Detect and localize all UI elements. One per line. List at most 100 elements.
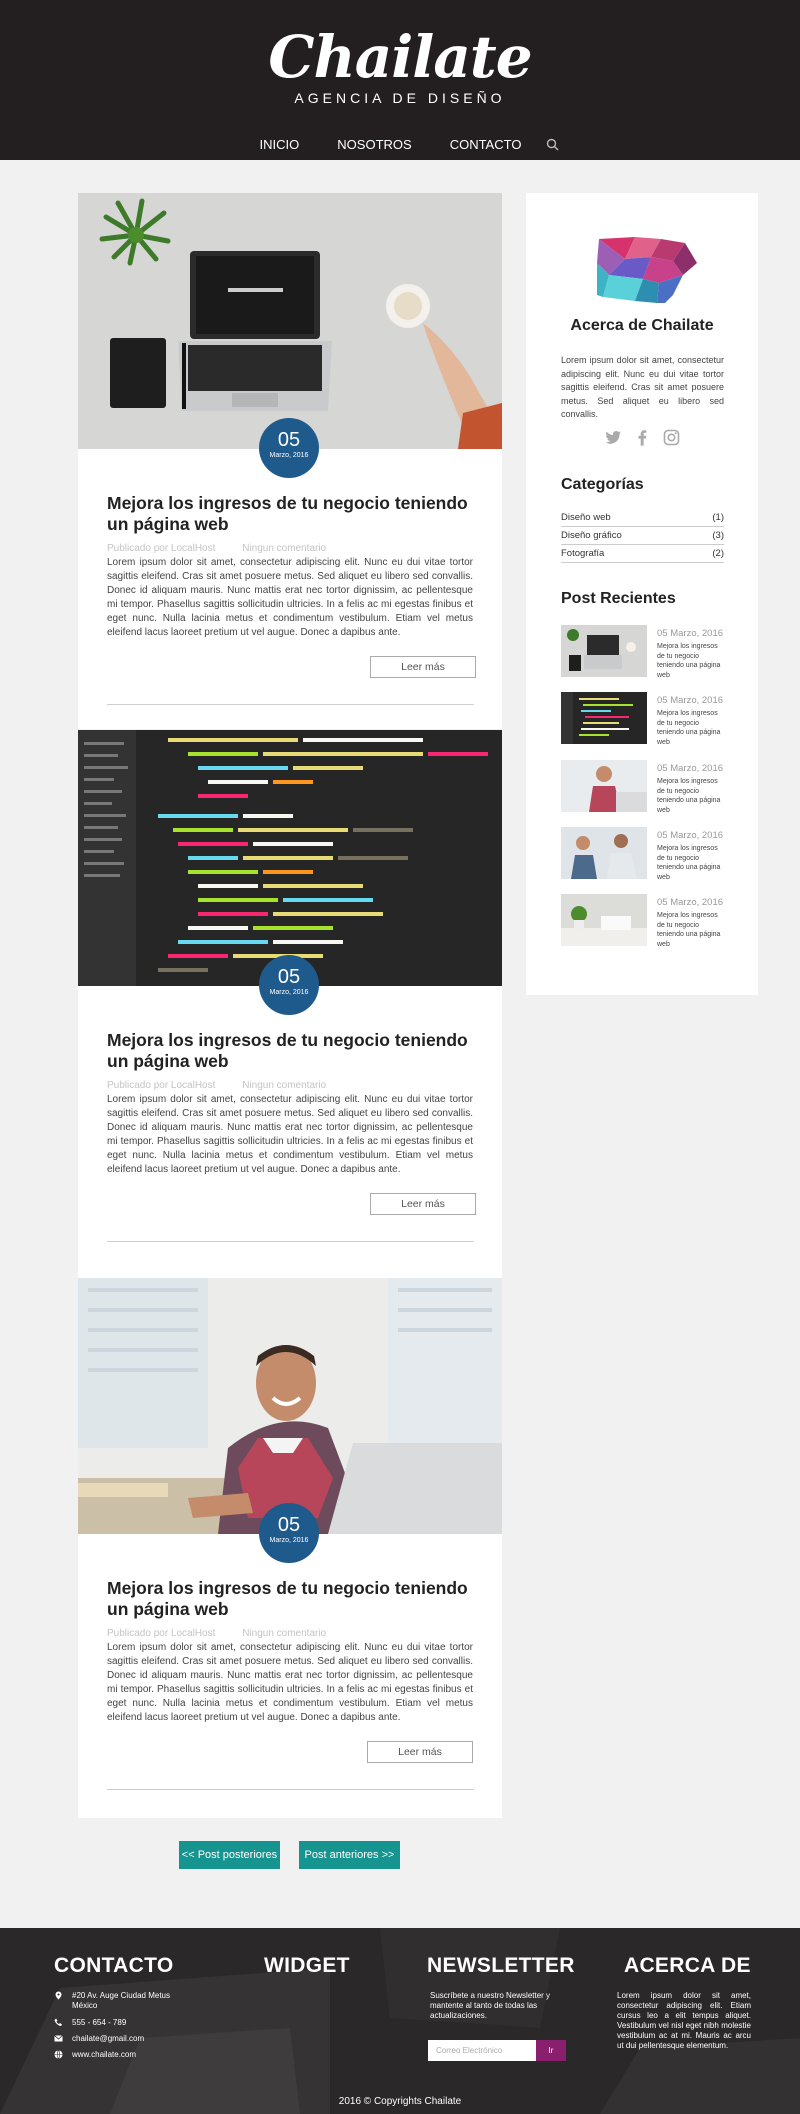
recent-post-date: 05 Marzo, 2016 — [657, 628, 724, 639]
category-item[interactable]: Diseño web (1) — [561, 509, 724, 527]
older-posts-button[interactable]: Post anteriores >> — [299, 1841, 400, 1869]
instagram-icon[interactable] — [663, 429, 680, 446]
recent-post-item[interactable]: 05 Marzo, 2016 Mejora los ingresos de tu… — [561, 625, 731, 679]
recent-post-title[interactable]: Mejora los ingresos de tu negocio tenien… — [657, 642, 727, 680]
site-footer: CONTACTO #20 Av. Auge Ciudad Metus Méxic… — [0, 1928, 800, 2114]
footer-email: chailate@gmail.com — [54, 2034, 144, 2044]
date-month: Marzo, 2016 — [269, 1537, 309, 1544]
recent-posts-title: Post Recientes — [561, 590, 676, 607]
recent-post-item[interactable]: 05 Marzo, 2016 Mejora los ingresos de tu… — [561, 827, 731, 881]
footer-about-text: Lorem ipsum dolor sit amet, consectetur … — [617, 1991, 751, 2050]
post-meta: Publicado por LocalHost Ningun comentari… — [107, 1080, 350, 1091]
post-author[interactable]: Publicado por LocalHost — [107, 1628, 215, 1639]
category-name[interactable]: Diseño web — [561, 509, 611, 526]
footer-phone: 555 - 654 - 789 — [54, 2018, 126, 2028]
map-pin-icon — [54, 1991, 63, 2000]
category-list: Diseño web (1) Diseño gráfico (3) Fotogr… — [561, 509, 724, 563]
date-month: Marzo, 2016 — [269, 989, 309, 996]
chailate-logo-icon — [595, 235, 699, 305]
social-links — [605, 429, 680, 446]
site-logo[interactable]: Chailate — [0, 22, 800, 92]
post-image-code-editor[interactable] — [78, 730, 502, 986]
address-text: #20 Av. Auge Ciudad Metus México — [72, 1991, 170, 2010]
recent-post-item[interactable]: 05 Marzo, 2016 Mejora los ingresos de tu… — [561, 760, 731, 814]
recent-post-item[interactable]: 05 Marzo, 2016 Mejora los ingresos de tu… — [561, 692, 731, 746]
read-more-button[interactable]: Leer más — [370, 1193, 476, 1215]
date-day: 05 — [277, 1514, 301, 1536]
facebook-icon[interactable] — [634, 429, 651, 446]
recent-post-title[interactable]: Mejora los ingresos de tu negocio tenien… — [657, 709, 727, 747]
blog-post: 05 Marzo, 2016 Mejora los ingresos de tu… — [78, 1278, 502, 1818]
post-title[interactable]: Mejora los ingresos de tu negocio tenien… — [107, 1578, 477, 1620]
category-name[interactable]: Fotografía — [561, 545, 604, 562]
date-badge: 05 Marzo, 2016 — [259, 955, 319, 1015]
category-count: (2) — [712, 548, 724, 559]
blog-post: 05 Marzo, 2016 Mejora los ingresos de tu… — [78, 730, 502, 1278]
about-text: Lorem ipsum dolor sit amet, consectetur … — [561, 355, 724, 419]
post-title[interactable]: Mejora los ingresos de tu negocio tenien… — [107, 1030, 477, 1072]
search-icon[interactable] — [546, 138, 559, 151]
post-image-laptop-desk[interactable] — [78, 193, 502, 449]
category-count: (3) — [712, 530, 724, 541]
newer-posts-button[interactable]: << Post posteriores — [179, 1841, 280, 1869]
footer-about-title: ACERCA DE — [624, 1954, 751, 1977]
phone-text: 555 - 654 - 789 — [72, 2018, 127, 2027]
post-divider — [107, 704, 474, 705]
post-title[interactable]: Mejora los ingresos de tu negocio tenien… — [107, 493, 477, 535]
recent-post-item[interactable]: 05 Marzo, 2016 Mejora los ingresos de tu… — [561, 894, 731, 948]
about-title: Acerca de Chailate — [570, 317, 714, 334]
recent-post-thumbnail[interactable] — [561, 625, 647, 677]
categories-title: Categorías — [561, 476, 644, 493]
post-author[interactable]: Publicado por LocalHost — [107, 543, 215, 554]
footer-newsletter-title: NEWSLETTER — [427, 1954, 575, 1977]
post-divider — [107, 1241, 474, 1242]
recent-post-thumbnail[interactable] — [561, 760, 647, 812]
post-meta: Publicado por LocalHost Ningun comentari… — [107, 1628, 350, 1639]
website-text[interactable]: www.chailate.com — [72, 2050, 136, 2060]
read-more-button[interactable]: Leer más — [367, 1741, 473, 1763]
sidebar: Acerca de Chailate Lorem ipsum dolor sit… — [526, 193, 758, 995]
nav-inicio[interactable]: INICIO — [241, 137, 319, 152]
site-tagline: AGENCIA DE DISEÑO — [294, 90, 506, 106]
post-meta: Publicado por LocalHost Ningun comentari… — [107, 543, 350, 554]
copyright: 2016 © Copyrights Chailate — [338, 2096, 462, 2107]
email-text[interactable]: chailate@gmail.com — [72, 2034, 144, 2044]
phone-icon — [54, 2018, 63, 2027]
globe-icon — [54, 2050, 63, 2059]
post-comments[interactable]: Ningun comentario — [242, 1628, 326, 1639]
recent-post-title[interactable]: Mejora los ingresos de tu negocio tenien… — [657, 777, 727, 815]
category-item[interactable]: Fotografía (2) — [561, 545, 724, 563]
nav-nosotros[interactable]: NOSOTROS — [318, 137, 430, 152]
post-image-man-laptop[interactable] — [78, 1278, 502, 1534]
post-comments[interactable]: Ningun comentario — [242, 543, 326, 554]
recent-post-thumbnail[interactable] — [561, 827, 647, 879]
category-count: (1) — [712, 512, 724, 523]
category-item[interactable]: Diseño gráfico (3) — [561, 527, 724, 545]
newsletter-text: Suscríbete a nuestro Newsletter y manten… — [430, 1991, 551, 2020]
recent-post-title[interactable]: Mejora los ingresos de tu negocio tenien… — [657, 844, 727, 882]
recent-post-date: 05 Marzo, 2016 — [657, 830, 724, 841]
newsletter-submit-button[interactable]: Ir — [536, 2040, 566, 2061]
newsletter-email-input[interactable]: Correo Electrónico — [428, 2040, 536, 2061]
post-excerpt: Lorem ipsum dolor sit amet, consectetur … — [107, 1642, 473, 1723]
nav-contacto[interactable]: CONTACTO — [431, 137, 541, 152]
post-divider — [107, 1789, 474, 1790]
read-more-button[interactable]: Leer más — [370, 656, 476, 678]
mail-icon — [54, 2034, 63, 2043]
recent-post-thumbnail[interactable] — [561, 692, 647, 744]
post-excerpt: Lorem ipsum dolor sit amet, consectetur … — [107, 1094, 473, 1175]
footer-address: #20 Av. Auge Ciudad Metus México — [54, 1991, 184, 2011]
date-day: 05 — [277, 966, 301, 988]
footer-contact-title: CONTACTO — [54, 1954, 174, 1977]
category-name[interactable]: Diseño gráfico — [561, 527, 622, 544]
twitter-icon[interactable] — [605, 429, 622, 446]
blog-post: 05 Marzo, 2016 Mejora los ingresos de tu… — [78, 193, 502, 729]
post-author[interactable]: Publicado por LocalHost — [107, 1080, 215, 1091]
post-comments[interactable]: Ningun comentario — [242, 1080, 326, 1091]
recent-post-date: 05 Marzo, 2016 — [657, 897, 724, 908]
main-nav: INICIO NOSOTROS CONTACTO — [0, 128, 800, 160]
post-excerpt: Lorem ipsum dolor sit amet, consectetur … — [107, 557, 473, 638]
recent-post-title[interactable]: Mejora los ingresos de tu negocio tenien… — [657, 911, 727, 949]
footer-widget-title: WIDGET — [264, 1954, 350, 1977]
recent-post-thumbnail[interactable] — [561, 894, 647, 946]
